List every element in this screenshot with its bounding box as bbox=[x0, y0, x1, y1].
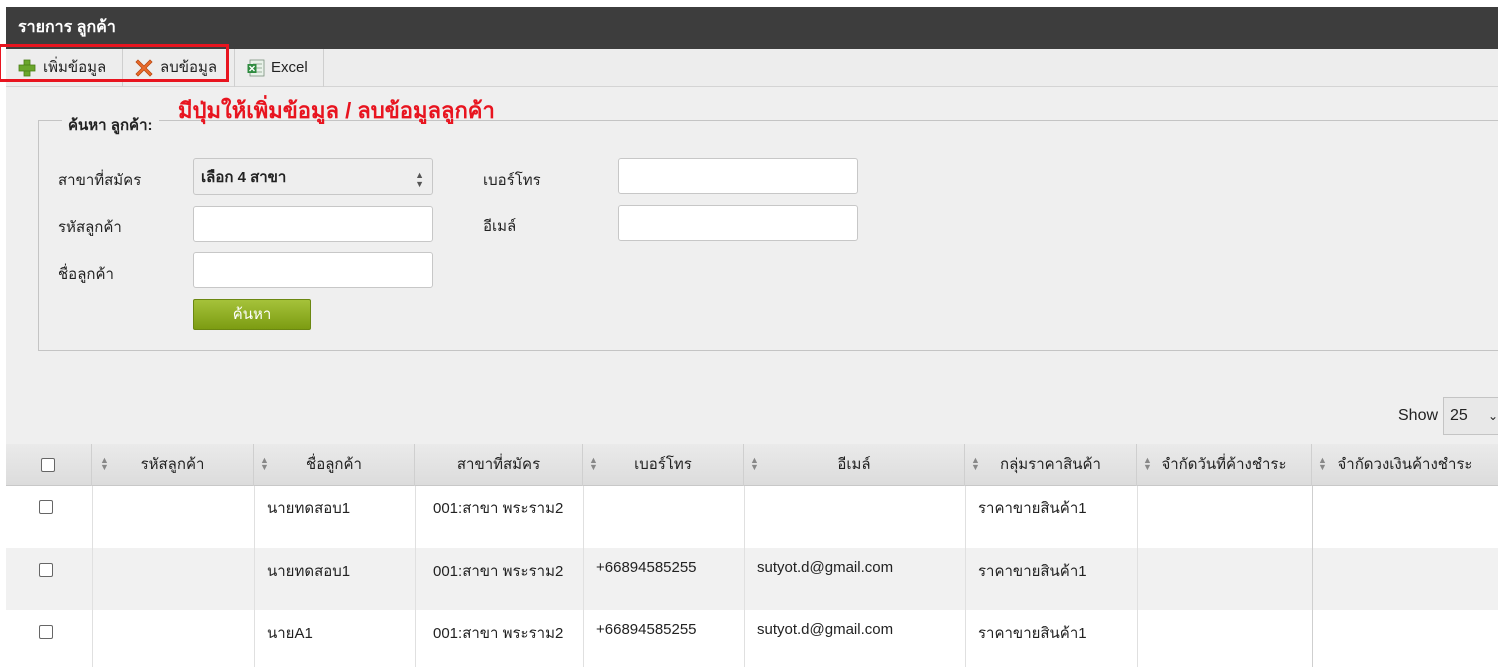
excel-icon bbox=[247, 59, 265, 77]
cell-email: sutyot.d@gmail.com bbox=[757, 559, 894, 576]
page-size-value: 25 bbox=[1450, 407, 1468, 424]
cell-price-group: ราคาขายสินค้า1 bbox=[978, 563, 1087, 580]
sort-icon: ▲ ▼ bbox=[260, 455, 269, 472]
cell-branch: 001:สาขา พระราม2 bbox=[433, 625, 564, 642]
table-row[interactable]: นายทดสอบ1 001:สาขา พระราม2 +66894585255 … bbox=[6, 548, 1498, 610]
header-credit-limit[interactable]: ▲ ▼ จำกัดวงเงินค้างชำระ bbox=[1312, 444, 1498, 486]
column-divider bbox=[1312, 486, 1313, 667]
column-divider bbox=[744, 486, 745, 667]
column-divider bbox=[415, 486, 416, 667]
page-size-select[interactable]: 25 ⌄ bbox=[1443, 397, 1498, 435]
header-label: กลุ่มราคาสินค้า bbox=[1000, 456, 1101, 473]
header-label: สาขาที่สมัคร bbox=[456, 456, 541, 473]
chevron-down-icon: ⌄ bbox=[1487, 409, 1498, 423]
column-divider bbox=[92, 486, 93, 667]
cell-price-group: ราคาขายสินค้า1 bbox=[978, 625, 1087, 642]
column-divider bbox=[1137, 486, 1138, 667]
header-customer-code[interactable]: ▲ ▼ รหัสลูกค้า bbox=[92, 444, 254, 486]
branch-label: สาขาที่สมัคร bbox=[58, 172, 142, 189]
panel-title: รายการ ลูกค้า bbox=[6, 7, 1498, 49]
search-legend: ค้นหา ลูกค้า: bbox=[62, 113, 159, 137]
row-checkbox[interactable] bbox=[39, 500, 53, 514]
header-price-group[interactable]: ▲ ▼ กลุ่มราคาสินค้า bbox=[965, 444, 1137, 486]
column-divider bbox=[965, 486, 966, 667]
header-label: จำกัดวงเงินค้างชำระ bbox=[1337, 456, 1473, 473]
customer-code-label: รหัสลูกค้า bbox=[58, 219, 122, 236]
header-label: รหัสลูกค้า bbox=[140, 456, 205, 473]
cell-branch: 001:สาขา พระราม2 bbox=[433, 500, 564, 517]
branch-select-value: เลือก 4 สาขา bbox=[201, 169, 287, 186]
table-header: ▲ ▼ รหัสลูกค้า ▲ ▼ ชื่อลูกค้า สาขาที่สมัคร… bbox=[6, 444, 1498, 486]
updown-arrow-icon: ▲ ▼ bbox=[415, 170, 424, 189]
header-customer-name[interactable]: ▲ ▼ ชื่อลูกค้า bbox=[254, 444, 415, 486]
header-branch[interactable]: สาขาที่สมัคร bbox=[415, 444, 583, 486]
excel-export-button[interactable]: Excel bbox=[235, 49, 324, 87]
header-due-days[interactable]: ▲ ▼ จำกัดวันที่ค้างชำระ bbox=[1137, 444, 1312, 486]
header-label: จำกัดวันที่ค้างชำระ bbox=[1161, 456, 1287, 473]
customer-name-input[interactable] bbox=[193, 252, 433, 288]
sort-icon: ▲ ▼ bbox=[100, 455, 109, 472]
header-label: อีเมล์ bbox=[837, 456, 871, 473]
header-phone[interactable]: ▲ ▼ เบอร์โทร bbox=[583, 444, 744, 486]
cell-phone: +66894585255 bbox=[596, 621, 697, 638]
show-label: Show bbox=[1398, 407, 1439, 424]
email-label: อีเมล์ bbox=[483, 218, 517, 235]
cell-branch: 001:สาขา พระราม2 bbox=[433, 563, 564, 580]
toolbar: เพิ่มข้อมูล ลบข้อมูล Excel bbox=[6, 49, 1498, 87]
cell-phone: +66894585255 bbox=[596, 559, 697, 576]
table-row[interactable]: นายทดสอบ1 001:สาขา พระราม2 ราคาขายสินค้า… bbox=[6, 486, 1498, 548]
row-checkbox[interactable] bbox=[39, 625, 53, 639]
excel-label: Excel bbox=[271, 59, 308, 76]
cell-name: นายทดสอบ1 bbox=[267, 563, 351, 580]
sort-icon: ▲ ▼ bbox=[750, 455, 759, 472]
customer-name-label: ชื่อลูกค้า bbox=[58, 266, 114, 283]
sort-icon: ▲ ▼ bbox=[589, 455, 598, 472]
search-button[interactable]: ค้นหา bbox=[193, 299, 311, 330]
sort-icon: ▲ ▼ bbox=[1143, 455, 1152, 472]
email-input[interactable] bbox=[618, 205, 858, 241]
annotation-text: มีปุ่มให้เพิ่มข้อมูล / ลบข้อมูลลูกค้า bbox=[178, 98, 495, 123]
column-divider bbox=[583, 486, 584, 667]
phone-label: เบอร์โทร bbox=[483, 172, 541, 189]
column-divider bbox=[254, 486, 255, 667]
annotation-highlight-box bbox=[0, 44, 229, 82]
header-label: ชื่อลูกค้า bbox=[306, 456, 362, 473]
branch-select[interactable]: เลือก 4 สาขา ▲ ▼ bbox=[193, 158, 433, 195]
customer-code-input[interactable] bbox=[193, 206, 433, 242]
phone-input[interactable] bbox=[618, 158, 858, 194]
table-row[interactable]: นายA1 001:สาขา พระราม2 +66894585255 suty… bbox=[6, 610, 1498, 667]
sort-icon: ▲ ▼ bbox=[1318, 455, 1327, 472]
select-all-checkbox[interactable] bbox=[41, 458, 55, 472]
header-label: เบอร์โทร bbox=[634, 456, 692, 473]
sort-icon: ▲ ▼ bbox=[971, 455, 980, 472]
cell-name: นายA1 bbox=[267, 625, 313, 642]
row-checkbox[interactable] bbox=[39, 563, 53, 577]
cell-price-group: ราคาขายสินค้า1 bbox=[978, 500, 1087, 517]
cell-name: นายทดสอบ1 bbox=[267, 500, 351, 517]
cell-email: sutyot.d@gmail.com bbox=[757, 621, 894, 638]
header-email[interactable]: ▲ ▼ อีเมล์ bbox=[744, 444, 965, 486]
header-select-all-cell bbox=[6, 444, 92, 486]
